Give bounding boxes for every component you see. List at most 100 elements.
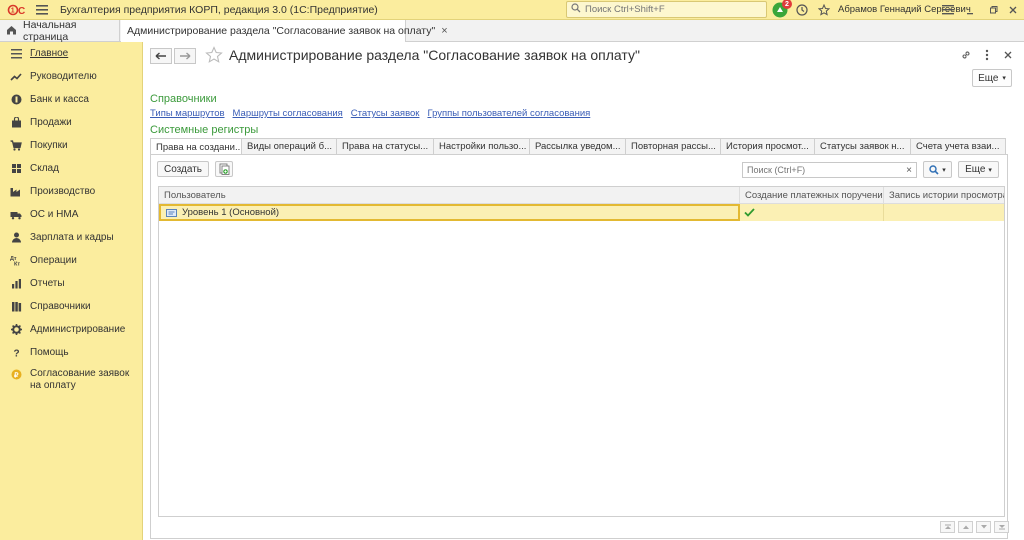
sidebar-item-production[interactable]: Производство: [0, 180, 142, 203]
sidebar-item-sales[interactable]: Продажи: [0, 111, 142, 134]
cell-user[interactable]: Уровень 1 (Основной): [159, 204, 740, 221]
column-history[interactable]: Запись истории просмотра: [884, 187, 1004, 203]
close-window-icon[interactable]: [1005, 2, 1021, 18]
tab-home[interactable]: Начальная страница: [0, 19, 120, 43]
link-user-groups[interactable]: Группы пользователей согласования: [427, 108, 590, 119]
report-icon: [10, 278, 22, 290]
link-icon[interactable]: [959, 48, 973, 62]
tab-register-view-history[interactable]: История просмот...: [720, 138, 815, 154]
global-search[interactable]: [566, 1, 767, 18]
tab-administration[interactable]: Администрирование раздела "Согласование …: [121, 20, 448, 42]
person-icon: [10, 232, 22, 244]
search-button[interactable]: ▾: [923, 161, 952, 178]
tab-register-create-rights[interactable]: Права на создани...: [150, 138, 242, 155]
truck-icon: [10, 209, 22, 221]
favorite-star-icon[interactable]: [205, 46, 223, 67]
list-more-button[interactable]: Еще ▾: [958, 161, 999, 178]
sidebar-item-bank[interactable]: Банк и касса: [0, 88, 142, 111]
notifications-button[interactable]: 2: [772, 0, 792, 18]
list-search[interactable]: ×: [742, 162, 917, 178]
sidebar-item-catalogs[interactable]: Справочники: [0, 295, 142, 318]
tab-register-status-rights[interactable]: Права на статусы...: [336, 138, 434, 154]
sidebar-item-reports[interactable]: Отчеты: [0, 272, 142, 295]
link-request-statuses[interactable]: Статусы заявок: [351, 108, 420, 119]
restore-icon[interactable]: [985, 2, 1001, 18]
tab-register-resend[interactable]: Повторная рассы...: [625, 138, 721, 154]
history-icon[interactable]: [794, 2, 810, 18]
forward-button[interactable]: [174, 48, 196, 64]
sidebar-item-label: Главное: [30, 47, 69, 59]
cell-history[interactable]: [884, 204, 1004, 221]
sidebar-item-label: Производство: [30, 185, 96, 197]
coin-icon: ₽: [10, 368, 22, 380]
list-search-input[interactable]: [743, 165, 902, 175]
column-user[interactable]: Пользователь: [159, 187, 740, 203]
scroll-first-icon[interactable]: [940, 521, 955, 533]
cell-create-payments[interactable]: [740, 204, 884, 221]
sections-sidebar: Главное Руководителю Банк и касса Продаж…: [0, 42, 143, 540]
register-tabs: Права на создани... Виды операций б... П…: [150, 138, 1008, 155]
sidebar-item-label: Согласование заявок на оплату: [30, 368, 130, 391]
table-row[interactable]: Уровень 1 (Основной): [159, 204, 1004, 221]
tab-register-user-settings[interactable]: Настройки пользо...: [433, 138, 530, 154]
more-button[interactable]: Еще ▾: [972, 69, 1012, 87]
more-button-label: Еще: [978, 72, 999, 84]
link-approval-routes[interactable]: Маршруты согласования: [233, 108, 343, 119]
main-menu-icon[interactable]: [34, 0, 50, 20]
sidebar-item-label: Склад: [30, 162, 59, 174]
sidebar-item-purchases[interactable]: Покупки: [0, 134, 142, 157]
tab-administration-label: Администрирование раздела "Согласование …: [127, 25, 436, 37]
minimize-icon[interactable]: [962, 2, 978, 18]
sidebar-item-label: Руководителю: [30, 70, 97, 82]
sidebar-item-warehouse[interactable]: Склад: [0, 157, 142, 180]
settings-menu-icon[interactable]: [940, 2, 956, 18]
chevron-down-icon: ▾: [1002, 75, 1006, 82]
create-button[interactable]: Создать: [157, 161, 209, 177]
column-create-payments[interactable]: Создание платежных поручений: [740, 187, 884, 203]
close-form-icon[interactable]: [1001, 48, 1015, 62]
tab-register-notifications[interactable]: Рассылка уведом...: [529, 138, 626, 154]
global-search-input[interactable]: [585, 4, 755, 15]
sidebar-item-payment-approval[interactable]: ₽ Согласование заявок на оплату: [0, 364, 142, 394]
link-route-types[interactable]: Типы маршрутов: [150, 108, 225, 119]
sidebar-item-label: ОС и НМА: [30, 208, 79, 220]
books-icon: [10, 301, 22, 313]
svg-text:₽: ₽: [14, 371, 19, 379]
more-vert-icon[interactable]: [980, 48, 994, 62]
sidebar-item-help[interactable]: ? Помощь: [0, 341, 142, 364]
back-button[interactable]: [150, 48, 172, 64]
tab-register-accounts[interactable]: Счета учета взаи...: [910, 138, 1006, 154]
svg-text:С: С: [18, 6, 25, 16]
sidebar-item-label: Администрирование: [30, 323, 126, 335]
bank-icon: [10, 94, 22, 106]
menu-icon: [10, 48, 22, 60]
sidebar-item-salary[interactable]: Зарплата и кадры: [0, 226, 142, 249]
bag-icon: [10, 117, 22, 129]
warehouse-icon: [10, 163, 22, 175]
scroll-up-icon[interactable]: [958, 521, 973, 533]
search-icon: [929, 164, 939, 175]
cell-user-text: Уровень 1 (Основной): [182, 207, 280, 218]
favorites-star-icon[interactable]: [816, 2, 832, 18]
close-tab-icon[interactable]: ×: [441, 25, 447, 37]
home-icon: [6, 25, 17, 38]
sidebar-item-administration[interactable]: Администрирование: [0, 318, 142, 341]
tab-register-request-statuses[interactable]: Статусы заявок н...: [814, 138, 911, 154]
clear-search-icon[interactable]: ×: [902, 165, 916, 176]
sidebar-item-operations[interactable]: Дт Кт Операции: [0, 249, 142, 272]
sidebar-item-label: Банк и касса: [30, 93, 89, 105]
scroll-last-icon[interactable]: [994, 521, 1009, 533]
sidebar-item-main[interactable]: Главное: [0, 42, 142, 65]
trend-icon: [10, 71, 22, 83]
sidebar-item-label: Продажи: [30, 116, 72, 128]
sidebar-item-fixed-assets[interactable]: ОС и НМА: [0, 203, 142, 226]
user-group-icon: [166, 208, 177, 217]
scroll-down-icon[interactable]: [976, 521, 991, 533]
copy-button[interactable]: [215, 161, 233, 177]
data-grid[interactable]: Пользователь Создание платежных поручени…: [158, 186, 1005, 517]
copy-doc-icon: [219, 163, 229, 175]
chevron-down-icon: ▾: [942, 166, 946, 174]
tab-register-operation-types[interactable]: Виды операций б...: [241, 138, 337, 154]
sidebar-item-manager[interactable]: Руководителю: [0, 65, 142, 88]
logo-1c: 1С: [4, 0, 30, 20]
